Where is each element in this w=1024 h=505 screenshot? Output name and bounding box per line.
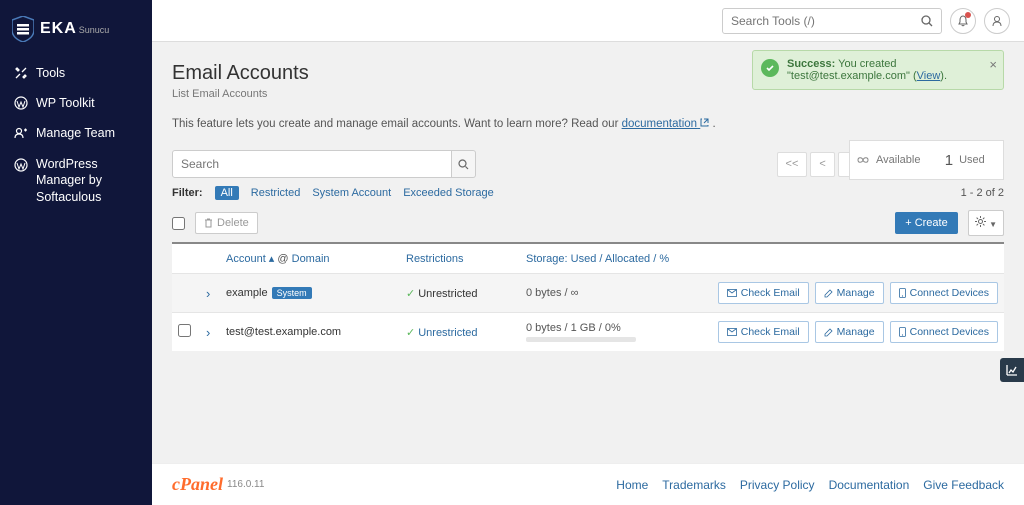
filter-label: Filter: (172, 187, 203, 199)
restriction-link[interactable]: Unrestricted (418, 327, 477, 339)
restriction-value: Unrestricted (418, 288, 477, 300)
create-button[interactable]: +Create (895, 212, 957, 234)
user-menu-button[interactable] (984, 8, 1010, 34)
wordpress-icon (14, 96, 28, 110)
alert-prefix: Success: (787, 58, 835, 70)
col-domain[interactable]: Domain (292, 253, 330, 265)
sidebar-item-manage-team[interactable]: Manage Team (0, 118, 152, 148)
team-icon (14, 126, 28, 140)
footer-link-feedback[interactable]: Give Feedback (923, 478, 1004, 492)
chart-icon (1005, 363, 1019, 377)
col-account[interactable]: Account ▴ (226, 253, 274, 265)
delete-button[interactable]: Delete (195, 212, 258, 234)
mail-icon (727, 328, 737, 336)
check-icon: ✓ (406, 288, 415, 300)
notifications-button[interactable] (950, 8, 976, 34)
alert-close-button[interactable]: × (989, 57, 997, 72)
sidebar-item-tools[interactable]: Tools (0, 58, 152, 88)
version: 116.0.11 (227, 479, 264, 490)
select-all-checkbox[interactable] (172, 217, 185, 230)
tools-icon (14, 66, 28, 80)
system-badge: System (272, 287, 312, 299)
col-used[interactable]: Used (571, 253, 597, 265)
row-checkbox[interactable] (178, 324, 191, 337)
user-icon (991, 15, 1003, 27)
search-button[interactable] (452, 150, 476, 178)
connect-devices-button[interactable]: Connect Devices (890, 282, 998, 304)
pencil-icon (824, 289, 833, 298)
footer-link-documentation[interactable]: Documentation (829, 478, 910, 492)
used-count: 1 (945, 152, 953, 169)
sidebar-item-wp-toolkit[interactable]: WP Toolkit (0, 88, 152, 118)
check-email-button[interactable]: Check Email (718, 282, 809, 304)
global-search[interactable] (722, 8, 942, 34)
table-row: › example System ✓Unrestricted 0 bytes / … (172, 273, 1004, 312)
filter-restricted[interactable]: Restricted (251, 187, 301, 199)
cpanel-logo[interactable]: cPanel (172, 474, 223, 495)
help-tab[interactable] (1000, 358, 1024, 382)
pager-first[interactable]: << (777, 152, 808, 177)
brand-logo[interactable]: EKASunucu (0, 0, 152, 58)
account-name: example (226, 287, 268, 299)
manage-button[interactable]: Manage (815, 321, 884, 343)
page-description: This feature lets you create and manage … (172, 118, 1004, 130)
table-header: Account ▴ @ Domain Restrictions Storage:… (172, 242, 1004, 273)
documentation-link[interactable]: documentation (622, 118, 710, 130)
expand-row[interactable]: › (206, 325, 210, 340)
col-pct[interactable]: % (659, 253, 669, 265)
notification-dot (965, 12, 971, 18)
filter-exceeded[interactable]: Exceeded Storage (403, 187, 494, 199)
global-search-input[interactable] (731, 14, 921, 28)
storage-bar (526, 337, 636, 342)
gear-icon (975, 216, 986, 227)
sidebar-item-wordpress-manager[interactable]: WordPress Manager by Softaculous (0, 148, 152, 213)
nav-label: WP Toolkit (36, 96, 95, 110)
device-icon (899, 327, 906, 337)
search-icon (921, 15, 933, 27)
alert-suffix: ). (940, 70, 947, 82)
search-input[interactable] (172, 150, 452, 178)
manage-button[interactable]: Manage (815, 282, 884, 304)
nav-label: WordPress Manager by Softaculous (36, 156, 138, 205)
col-allocated[interactable]: Allocated (605, 253, 650, 265)
table-row: › test@test.example.com ✓Unrestricted 0 … (172, 312, 1004, 351)
col-restrictions[interactable]: Restrictions (406, 253, 526, 265)
filter-all[interactable]: All (215, 186, 239, 200)
filter-system[interactable]: System Account (312, 187, 391, 199)
chevron-down-icon: ▼ (989, 220, 997, 229)
account-name: test@test.example.com (226, 326, 341, 338)
alert-view-link[interactable]: View (917, 70, 941, 82)
footer-link-home[interactable]: Home (616, 478, 648, 492)
trash-icon (204, 218, 213, 228)
settings-button[interactable]: ▼ (968, 210, 1004, 236)
device-icon (899, 288, 906, 298)
infinity-icon (856, 156, 870, 164)
stats-box: Available 1Used (849, 140, 1004, 180)
nav-label: Manage Team (36, 126, 115, 140)
check-icon: ✓ (406, 327, 415, 339)
connect-devices-button[interactable]: Connect Devices (890, 321, 998, 343)
storage-value: 0 bytes / 1 GB / 0% (526, 322, 621, 334)
mail-icon (727, 289, 737, 297)
nav-label: Tools (36, 66, 65, 80)
pencil-icon (824, 328, 833, 337)
check-icon (761, 59, 779, 77)
plus-icon: + (905, 217, 911, 229)
storage-value: 0 bytes / ∞ (526, 287, 696, 299)
success-alert: Success: You created "test@test.example.… (752, 50, 1004, 90)
expand-row[interactable]: › (206, 286, 210, 301)
check-email-button[interactable]: Check Email (718, 321, 809, 343)
result-count: 1 - 2 of 2 (961, 187, 1004, 199)
brand-suffix: Sunucu (79, 25, 110, 35)
brand-name: EKA (40, 20, 77, 37)
wordpress-icon (14, 158, 28, 172)
search-icon (458, 159, 469, 170)
footer-link-privacy[interactable]: Privacy Policy (740, 478, 815, 492)
footer-link-trademarks[interactable]: Trademarks (662, 478, 726, 492)
pager-prev[interactable]: < (810, 152, 834, 177)
